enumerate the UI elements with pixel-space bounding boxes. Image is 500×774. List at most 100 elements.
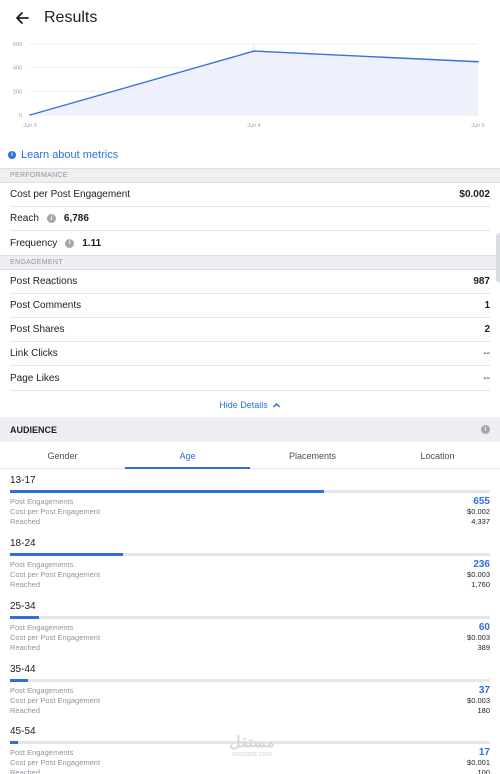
- cost-value: $0.002: [467, 506, 490, 516]
- engagement-value: --: [483, 373, 490, 384]
- cost-value: $0.002: [459, 189, 490, 200]
- results-chart: 0 200 400 600 Jun 3 Jun 4 Jun 5: [0, 36, 500, 136]
- age-bar-track: [10, 679, 490, 682]
- chart-svg: 0 200 400 600 Jun 3 Jun 4 Jun 5: [13, 42, 485, 129]
- cost-metric: Cost per Post Engagement $0.003: [10, 569, 490, 579]
- tab-location[interactable]: Location: [375, 443, 500, 468]
- chart-x-tick-label: Jun 3: [23, 123, 36, 129]
- cost-metric: Cost per Post Engagement $0.002: [10, 506, 490, 516]
- engagement-value: 2: [484, 324, 490, 335]
- chart-y-ticks: 0 200 400 600: [13, 42, 22, 119]
- cost-metric: Cost per Post Engagement $0.001: [10, 757, 490, 767]
- age-label: 18-24: [10, 538, 36, 549]
- reached-value: 180: [477, 705, 490, 715]
- engagements-metric: Post Engagements 236: [10, 559, 490, 570]
- reached-value: 389: [477, 642, 490, 652]
- info-icon: i: [8, 151, 16, 159]
- age-bar-fill: [10, 490, 325, 493]
- watermark-logo: مستقل mostaql.com: [212, 733, 292, 758]
- reached-label: Reached: [10, 579, 41, 589]
- scroll-handle[interactable]: [496, 233, 500, 283]
- age-label: 35-44: [10, 664, 36, 675]
- chart-x-tick-label: Jun 5: [471, 123, 484, 129]
- chart-y-tick-label: 0: [19, 113, 22, 119]
- engagement-header: ENGAGEMENT: [0, 255, 500, 270]
- chart-y-tick-label: 400: [13, 66, 22, 72]
- age-group-25-34: 25-34 Post Engagements 60 Cost per Post …: [10, 601, 490, 663]
- engagement-label: Post Shares: [10, 324, 65, 335]
- engagements-value: 655: [473, 495, 490, 507]
- reach-row: Reach i 6,786: [10, 207, 490, 231]
- cost-value: $0.001: [467, 757, 490, 767]
- frequency-value: 1.11: [82, 237, 102, 249]
- watermark-text: مستقل: [229, 734, 275, 751]
- frequency-row: Frequency i 1.11: [10, 231, 490, 255]
- learn-link-label: Learn about metrics: [21, 149, 119, 161]
- engagement-row-link-clicks: Link Clicks --: [10, 342, 490, 366]
- reached-metric: Reached 1,760: [10, 579, 490, 589]
- age-label: 25-34: [10, 601, 36, 612]
- cost-label: Cost per Post Engagement: [10, 506, 101, 516]
- reached-metric: Reached 4,337: [10, 516, 490, 526]
- audience-title: AUDIENCE: [10, 424, 58, 435]
- engagement-label: Page Likes: [10, 373, 60, 384]
- reach-value: 6,786: [63, 213, 89, 224]
- chart-point: [477, 60, 479, 63]
- cost-value: $0.003: [467, 632, 490, 642]
- age-label: 13-17: [10, 475, 36, 486]
- learn-about-metrics-link[interactable]: i Learn about metrics: [8, 147, 118, 163]
- chart-x-tick-label: Jun 4: [247, 123, 260, 129]
- hide-details-label: Hide Details: [219, 400, 268, 410]
- engagements-label: Post Engagements: [10, 559, 74, 569]
- tab-placements[interactable]: Placements: [250, 443, 375, 468]
- reached-label: Reached: [10, 642, 41, 652]
- hide-details-button[interactable]: Hide Details: [0, 396, 500, 414]
- cost-label: Cost per Post Engagement: [10, 569, 101, 579]
- engagement-value: --: [483, 348, 490, 359]
- chart-point: [29, 114, 31, 116]
- engagements-metric: Post Engagements 37: [10, 684, 490, 696]
- back-arrow-icon: [16, 12, 29, 24]
- engagements-label: Post Engagements: [10, 685, 74, 695]
- engagements-label: Post Engagements: [10, 622, 74, 632]
- engagement-row-comments: Post Comments 1: [10, 294, 490, 318]
- chevron-up-icon: [272, 402, 280, 408]
- age-bar-track: [10, 553, 490, 556]
- cost-label: Cost per Post Engagement: [10, 695, 101, 705]
- chart-y-tick-label: 200: [13, 89, 22, 95]
- cost-label: Cost per Post Engagement: [10, 189, 131, 200]
- watermark-url: mostaql.com: [232, 751, 272, 758]
- chart-x-ticks: Jun 3 Jun 4 Jun 5: [23, 123, 484, 129]
- tab-age[interactable]: Age: [125, 443, 250, 469]
- reached-value: 4,337: [471, 516, 490, 526]
- cost-label: Cost per Post Engagement: [10, 757, 101, 767]
- age-bar-track: [10, 490, 490, 493]
- frequency-info-icon[interactable]: i: [65, 238, 75, 248]
- reached-metric: Reached 100: [10, 767, 490, 774]
- chart-area: [30, 51, 478, 115]
- reached-value: 100: [477, 767, 490, 774]
- engagement-row-shares: Post Shares 2: [10, 318, 490, 342]
- reached-label: Reached: [10, 516, 41, 526]
- reach-info-icon[interactable]: i: [46, 214, 56, 223]
- page-title: Results: [44, 9, 98, 26]
- audience-header: AUDIENCE i: [0, 417, 500, 442]
- engagements-value: 60: [478, 621, 490, 633]
- engagements-metric: Post Engagements 655: [10, 495, 490, 507]
- chart-series: [29, 50, 479, 116]
- frequency-label: Frequency: [10, 237, 58, 249]
- cost-metric: Cost per Post Engagement $0.003: [10, 632, 490, 642]
- tab-gender[interactable]: Gender: [0, 443, 125, 468]
- engagement-value: 1: [484, 300, 490, 311]
- engagements-metric: Post Engagements 60: [10, 621, 490, 633]
- cost-metric: Cost per Post Engagement $0.003: [10, 695, 490, 705]
- engagements-label: Post Engagements: [10, 496, 74, 506]
- audience-info-icon[interactable]: i: [481, 425, 490, 434]
- engagement-row-reactions: Post Reactions 987: [10, 270, 490, 294]
- reach-label: Reach: [10, 213, 39, 224]
- engagement-row-page-likes: Page Likes --: [10, 367, 490, 391]
- cost-label: Cost per Post Engagement: [10, 632, 101, 642]
- back-button[interactable]: [0, 0, 44, 36]
- engagements-value: 37: [478, 684, 490, 696]
- age-bar-fill: [10, 616, 39, 619]
